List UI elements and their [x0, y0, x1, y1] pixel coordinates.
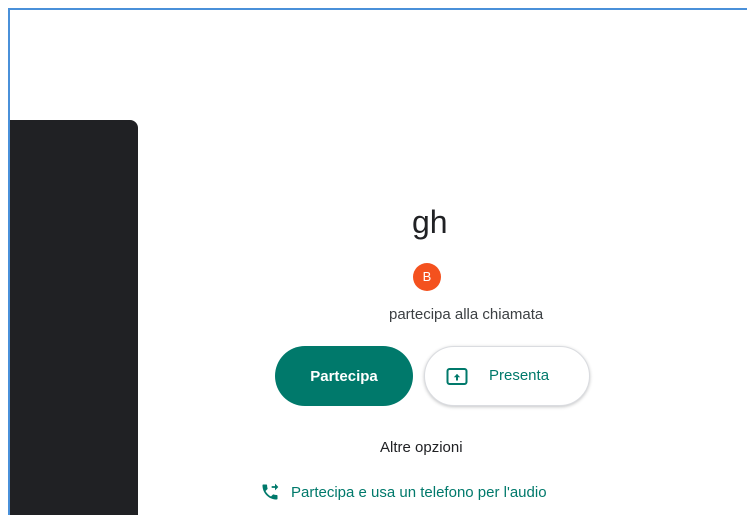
phone-audio-label: Partecipa e usa un telefono per l'audio — [291, 484, 547, 501]
meeting-title: gh — [412, 204, 448, 240]
participant-avatar: B — [413, 263, 441, 291]
video-preview-panel — [10, 120, 138, 515]
participants-status: partecipa alla chiamata — [389, 306, 544, 323]
phone-forwarded-icon — [262, 483, 279, 500]
present-button-label: Presenta — [489, 367, 550, 384]
join-button[interactable]: Partecipa — [275, 346, 413, 406]
more-options-link[interactable]: Altre opzioni — [380, 439, 463, 456]
window-frame: gh B partecipa alla chiamata Partecipa P… — [8, 8, 747, 515]
present-screen-icon — [446, 368, 468, 385]
present-button[interactable]: Presenta — [424, 346, 590, 406]
